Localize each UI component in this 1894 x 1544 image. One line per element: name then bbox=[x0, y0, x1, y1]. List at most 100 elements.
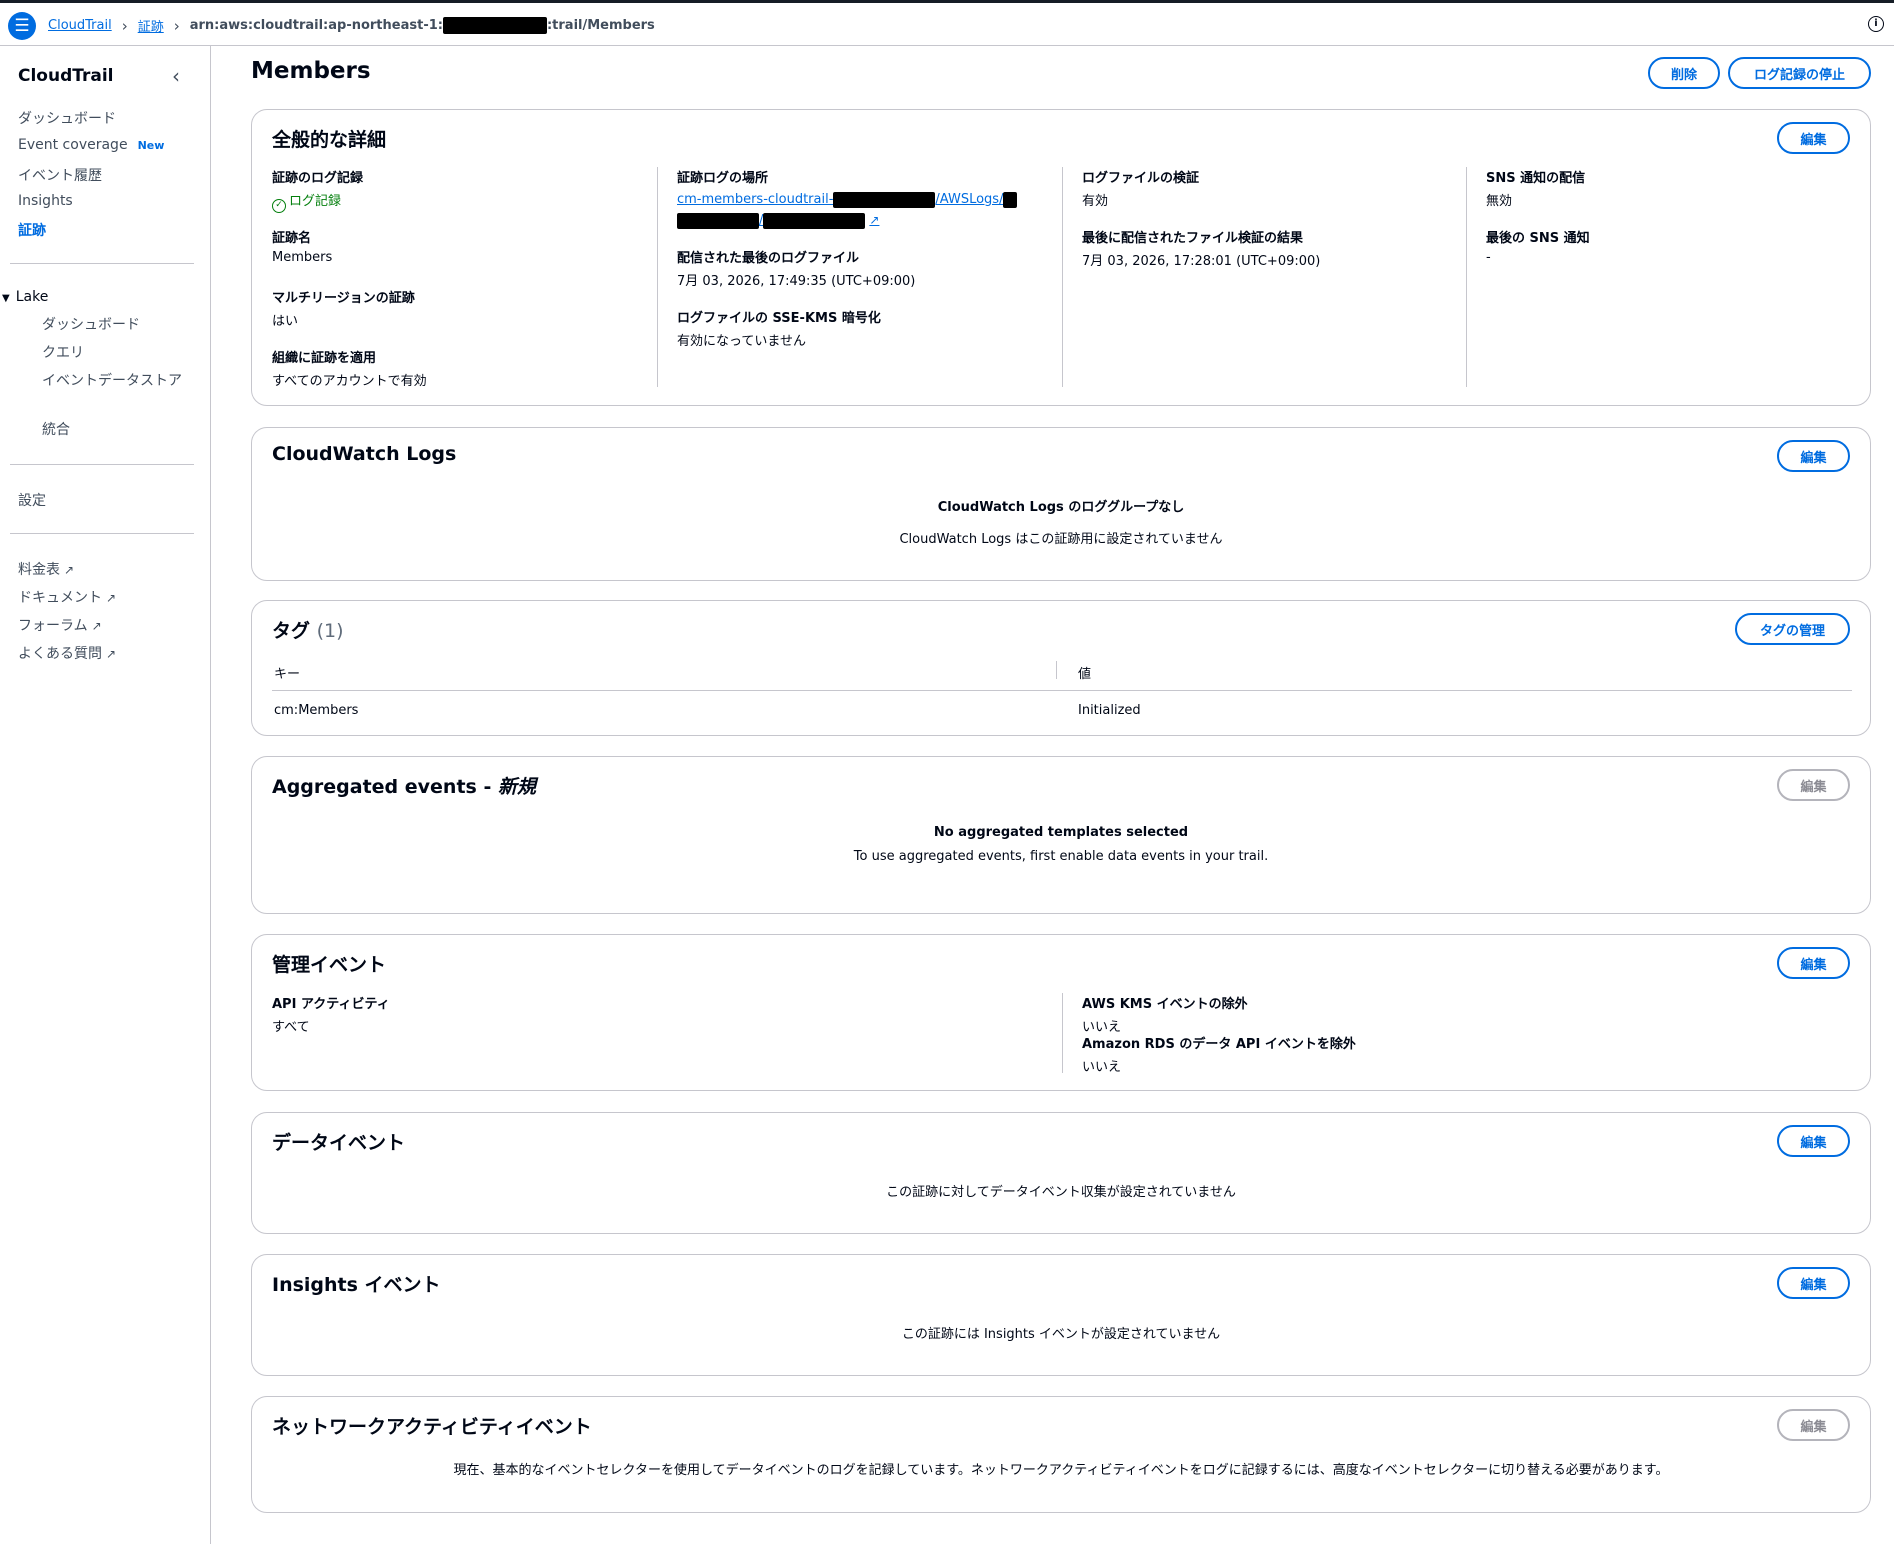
edit-button[interactable]: 編集 bbox=[1777, 1409, 1850, 1441]
last-validation-field: 最後に配信されたファイル検証の結果 7月 03, 2026, 17:28:01 … bbox=[1082, 227, 1320, 269]
sidebar-link-pricing[interactable]: 料金表 ↗ bbox=[18, 559, 74, 579]
card-title: Insights イベント bbox=[272, 1274, 441, 1296]
log-location-mid[interactable]: /AWSLogs/ bbox=[935, 192, 1003, 207]
redacted-path bbox=[763, 212, 866, 229]
sidebar-item-trails[interactable]: 証跡 bbox=[18, 220, 46, 240]
column-divider bbox=[1062, 993, 1063, 1073]
column-resizer[interactable] bbox=[1056, 661, 1057, 679]
external-link-icon: ↗ bbox=[91, 619, 102, 633]
external-link-icon: ↗ bbox=[106, 591, 117, 605]
sidebar-item-settings[interactable]: 設定 bbox=[18, 490, 46, 510]
tag-count: (1) bbox=[316, 620, 344, 642]
network-activity-events-card: ネットワークアクティビティイベント 編集 現在、基本的なイベントセレクターを使用… bbox=[251, 1396, 1871, 1513]
status-text: ログ記録 bbox=[289, 194, 342, 209]
card-title-text: タグ bbox=[272, 620, 311, 642]
manage-tags-button[interactable]: タグの管理 bbox=[1735, 613, 1850, 645]
sidebar-section-lake[interactable]: ▼ Lake bbox=[2, 289, 48, 305]
log-location-prefix[interactable]: cm-members-cloudtrail- bbox=[677, 192, 833, 207]
log-location-link[interactable]: cm-members-cloudtrail-/AWSLogs/ / ↗ bbox=[677, 190, 1018, 231]
field-label: SNS 通知の配信 bbox=[1486, 171, 1586, 186]
sidebar-link-label: 料金表 bbox=[18, 562, 60, 578]
last-log-file-field: 配信された最後のログファイル 7月 03, 2026, 17:49:35 (UT… bbox=[677, 247, 915, 289]
field-value: - bbox=[1486, 250, 1491, 265]
field-label: Amazon RDS のデータ API イベントを除外 bbox=[1082, 1037, 1356, 1052]
sidebar-item-event-data-store[interactable]: イベントデータストア bbox=[42, 372, 182, 391]
check-circle-icon: ✓ bbox=[272, 199, 286, 213]
card-title: Aggregated events - 新規 bbox=[272, 772, 536, 799]
edit-button[interactable]: 編集 bbox=[1777, 122, 1850, 154]
external-link-icon[interactable]: ↗ bbox=[869, 213, 879, 227]
field-label: 証跡ログの場所 bbox=[677, 171, 769, 186]
rds-exclusion-field: Amazon RDS のデータ API イベントを除外 いいえ bbox=[1082, 1033, 1356, 1075]
delete-button[interactable]: 削除 bbox=[1648, 57, 1720, 89]
field-value: 7月 03, 2026, 17:28:01 (UTC+09:00) bbox=[1082, 254, 1321, 269]
caret-down-icon: ▼ bbox=[2, 293, 10, 304]
data-events-card: データイベント 編集 この証跡に対してデータイベント収集が設定されていません bbox=[251, 1112, 1871, 1234]
divider bbox=[10, 464, 194, 465]
field-value: すべて bbox=[272, 1020, 310, 1035]
sidebar-item-lake-query[interactable]: クエリ bbox=[42, 344, 84, 363]
edit-button[interactable]: 編集 bbox=[1777, 440, 1850, 472]
empty-state-description: この証跡に対してデータイベント収集が設定されていません bbox=[886, 1185, 1236, 1200]
column-header-key: キー bbox=[274, 667, 301, 682]
collapse-sidebar-icon[interactable]: ‹ bbox=[172, 64, 180, 88]
sidebar-item-event-history[interactable]: イベント履歴 bbox=[18, 165, 102, 185]
redacted-account-id bbox=[442, 17, 547, 34]
management-events-card: 管理イベント 編集 API アクティビティ すべて AWS KMS イベントの除… bbox=[251, 934, 1871, 1091]
logging-status: ✓ ログ記録 bbox=[272, 190, 363, 213]
column-divider bbox=[1062, 167, 1063, 387]
card-title: 全般的な詳細 bbox=[272, 129, 387, 151]
field-value: 有効 bbox=[1082, 194, 1109, 209]
general-details-card: 全般的な詳細 編集 証跡のログ記録 ✓ ログ記録 証跡名 Members マルチリ… bbox=[251, 109, 1871, 406]
sidebar-item-integrations[interactable]: 統合 bbox=[42, 421, 70, 440]
sse-kms-field: ログファイルの SSE-KMS 暗号化 有効になっていません bbox=[677, 307, 881, 349]
sidebar-link-faq[interactable]: よくある質問 ↗ bbox=[18, 643, 116, 663]
sidebar-item-insights[interactable]: Insights bbox=[18, 193, 73, 209]
breadcrumb-trails-link[interactable]: 証跡 bbox=[138, 16, 164, 35]
stop-logging-button[interactable]: ログ記録の停止 bbox=[1728, 57, 1871, 89]
column-divider bbox=[657, 167, 658, 387]
field-value: 有効になっていません bbox=[677, 334, 806, 349]
log-location-field: 証跡ログの場所 cm-members-cloudtrail-/AWSLogs/ … bbox=[677, 167, 1018, 231]
info-icon[interactable]: i bbox=[1868, 16, 1884, 32]
api-activity-field: API アクティビティ すべて bbox=[272, 993, 390, 1035]
breadcrumb-cloudtrail-link[interactable]: CloudTrail bbox=[48, 18, 112, 33]
sidebar-link-documentation[interactable]: ドキュメント ↗ bbox=[18, 587, 116, 607]
sidebar-item-event-coverage[interactable]: Event coverage New bbox=[18, 137, 164, 153]
chevron-right-icon: › bbox=[173, 16, 180, 35]
field-value: いいえ bbox=[1082, 1060, 1122, 1075]
divider bbox=[10, 263, 194, 264]
multiregion-field: マルチリージョンの証跡 はい bbox=[272, 287, 415, 329]
sidebar-item-dashboard[interactable]: ダッシュボード bbox=[18, 108, 116, 128]
sidebar-link-label: フォーラム bbox=[18, 618, 88, 634]
field-value: Members bbox=[272, 250, 333, 265]
breadcrumb-arn-prefix: arn:aws:cloudtrail:ap-northeast-1: bbox=[189, 18, 443, 33]
sidebar-link-forums[interactable]: フォーラム ↗ bbox=[18, 615, 102, 635]
log-validation-field: ログファイルの検証 有効 bbox=[1082, 167, 1199, 209]
edit-button[interactable]: 編集 bbox=[1777, 1267, 1850, 1299]
card-title: ネットワークアクティビティイベント bbox=[272, 1416, 592, 1438]
edit-button[interactable]: 編集 bbox=[1777, 769, 1850, 801]
last-sns-field: 最後の SNS 通知 - bbox=[1486, 227, 1590, 265]
sidebar-section-label: Lake bbox=[15, 289, 49, 305]
empty-state-description: CloudWatch Logs はこの証跡用に設定されていません bbox=[899, 532, 1223, 547]
edit-button[interactable]: 編集 bbox=[1777, 1125, 1850, 1157]
menu-icon[interactable]: ☰ bbox=[8, 12, 36, 40]
external-link-icon: ↗ bbox=[64, 563, 75, 577]
organization-trail-field: 組織に証跡を適用 すべてのアカウントで有効 bbox=[272, 347, 427, 389]
breadcrumb: CloudTrail › 証跡 › arn:aws:cloudtrail:ap-… bbox=[48, 16, 655, 36]
breadcrumb-arn-suffix: :trail/Members bbox=[546, 18, 655, 33]
edit-button[interactable]: 編集 bbox=[1777, 947, 1850, 979]
sidebar-item-lake-dashboard[interactable]: ダッシュボード bbox=[42, 316, 140, 335]
card-title-text: Aggregated events - bbox=[272, 776, 498, 798]
kms-exclusion-field: AWS KMS イベントの除外 いいえ bbox=[1082, 993, 1248, 1035]
sidebar-item-label: Event coverage bbox=[18, 137, 128, 153]
external-link-icon: ↗ bbox=[106, 647, 117, 661]
field-value: 7月 03, 2026, 17:49:35 (UTC+09:00) bbox=[677, 274, 916, 289]
column-header-value: 値 bbox=[1078, 667, 1092, 682]
cloudwatch-logs-card: CloudWatch Logs 編集 CloudWatch Logs のロググル… bbox=[251, 427, 1871, 581]
chevron-right-icon: › bbox=[121, 16, 128, 35]
sidebar-link-label: ドキュメント bbox=[18, 590, 102, 606]
redacted-account bbox=[677, 212, 759, 229]
top-navigation-bar: ☰ CloudTrail › 証跡 › arn:aws:cloudtrail:a… bbox=[0, 0, 1894, 46]
